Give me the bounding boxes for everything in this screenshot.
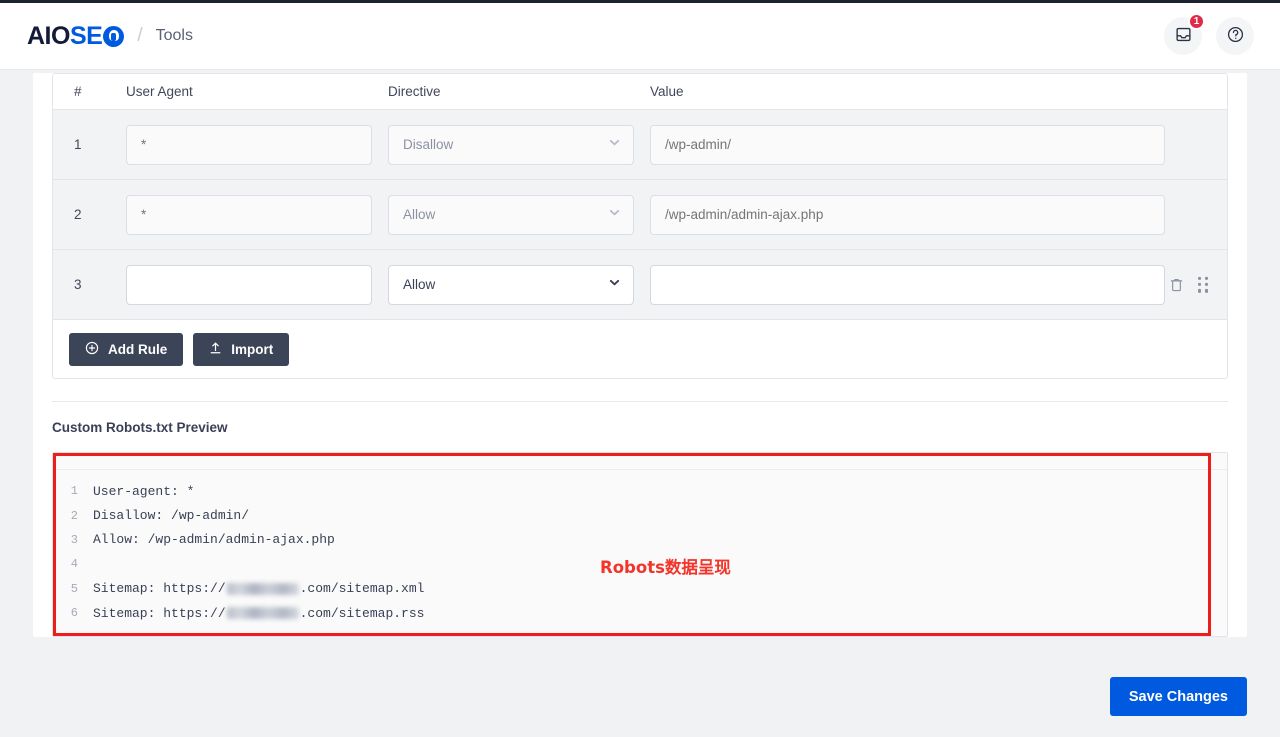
row-index: 1 (74, 137, 82, 152)
preview-section-title: Custom Robots.txt Preview (52, 420, 228, 435)
table-row: 2 Allow (53, 180, 1227, 250)
column-header-value: Value (650, 84, 684, 99)
table-header-row: # User Agent Directive Value (53, 74, 1227, 110)
footer-actions: Save Changes (33, 677, 1247, 716)
column-header-number: # (74, 84, 82, 99)
directive-select[interactable]: Allow (388, 194, 634, 235)
table-row: 1 Disallow (53, 110, 1227, 180)
notification-badge: 1 (1188, 13, 1205, 30)
line-number: 5 (70, 581, 78, 596)
brand-breadcrumb: AIO SE / Tools (27, 21, 193, 50)
line-number: 6 (70, 606, 78, 621)
user-agent-input[interactable] (126, 194, 372, 235)
redacted-domain (226, 607, 299, 620)
breadcrumb-separator: / (137, 25, 143, 46)
column-header-directive: Directive (388, 84, 441, 99)
line-content: Allow: /wp-admin/admin-ajax.php (93, 532, 335, 548)
line-number: 3 (70, 532, 78, 547)
top-bar-actions: 1 (1164, 13, 1254, 55)
row-action-buttons (1167, 274, 1211, 294)
cell-value (650, 264, 1227, 305)
value-input[interactable] (650, 194, 1165, 235)
cell-user-agent (126, 264, 388, 305)
cell-directive: Disallow (388, 124, 650, 165)
delete-rule-button[interactable] (1167, 274, 1186, 294)
robots-rules-table: # User Agent Directive Value 1 Disallow (52, 73, 1228, 379)
help-button[interactable] (1216, 17, 1254, 55)
user-agent-input[interactable] (126, 124, 372, 165)
aioseo-logo[interactable]: AIO SE (27, 21, 125, 50)
table-footer-actions: Add Rule Import (53, 320, 1227, 378)
code-line: 5 Sitemap: https://.com/sitemap.xml (53, 577, 1227, 601)
section-divider (52, 401, 1228, 402)
line-number: 4 (70, 557, 78, 572)
value-input[interactable] (650, 264, 1165, 305)
cell-directive: Allow (388, 194, 650, 235)
add-rule-button[interactable]: Add Rule (69, 332, 184, 366)
user-agent-input[interactable] (126, 264, 372, 305)
robots-preview-editor[interactable]: 1 User-agent: * 2 Disallow: /wp-admin/ 3… (52, 452, 1228, 637)
line-number: 2 (70, 508, 78, 523)
cell-value (650, 124, 1227, 165)
line-content: Sitemap: https://.com/sitemap.xml (93, 581, 425, 597)
logo-text-aio: AIO (27, 21, 70, 50)
cell-user-agent (126, 194, 388, 235)
editor-scrollbar[interactable] (1219, 473, 1225, 630)
code-area: 1 User-agent: * 2 Disallow: /wp-admin/ 3… (53, 470, 1227, 625)
cell-directive: Allow (388, 264, 650, 305)
save-changes-button[interactable]: Save Changes (1109, 677, 1247, 716)
line-content: User-agent: * (93, 483, 195, 499)
line-content: Sitemap: https://.com/sitemap.rss (93, 605, 425, 621)
line-content: Disallow: /wp-admin/ (93, 508, 250, 524)
add-rule-label: Add Rule (108, 341, 168, 357)
tools-content-card: # User Agent Directive Value 1 Disallow (33, 73, 1247, 637)
breadcrumb-page-title: Tools (155, 27, 193, 44)
table-row: 3 Allow (53, 250, 1227, 320)
inbox-icon (1175, 26, 1192, 46)
import-button[interactable]: Import (193, 332, 290, 366)
logo-text-seo: SE (69, 21, 103, 50)
page-body: # User Agent Directive Value 1 Disallow (0, 73, 1280, 737)
trash-icon (1169, 278, 1184, 295)
annotation-label: Robots数据呈现 (600, 558, 731, 577)
line-number: 1 (70, 484, 78, 499)
cell-value (650, 194, 1227, 235)
gear-circle-icon (103, 25, 125, 47)
code-line: 3 Allow: /wp-admin/admin-ajax.php (53, 528, 1227, 552)
column-header-user-agent: User Agent (126, 84, 193, 99)
drag-handle-icon[interactable] (1196, 274, 1211, 294)
row-index: 3 (74, 277, 82, 292)
robots-preview-zone: 1 User-agent: * 2 Disallow: /wp-admin/ 3… (52, 452, 1228, 637)
upload-icon (209, 341, 222, 358)
import-label: Import (231, 341, 274, 357)
plus-circle-icon (85, 341, 99, 358)
editor-top-strip (53, 453, 1227, 470)
help-circle-icon (1226, 25, 1245, 47)
row-index: 2 (74, 207, 82, 222)
code-line: 6 Sitemap: https://.com/sitemap.rss (53, 601, 1227, 625)
cell-user-agent (126, 124, 388, 165)
code-line: 2 Disallow: /wp-admin/ (53, 503, 1227, 527)
redacted-domain (226, 582, 299, 595)
notifications-button[interactable]: 1 (1164, 13, 1205, 55)
value-input[interactable] (650, 124, 1165, 165)
top-bar: AIO SE / Tools 1 (0, 0, 1280, 70)
directive-select[interactable]: Allow (388, 264, 634, 305)
code-line: 1 User-agent: * (53, 479, 1227, 503)
directive-select[interactable]: Disallow (388, 124, 634, 165)
